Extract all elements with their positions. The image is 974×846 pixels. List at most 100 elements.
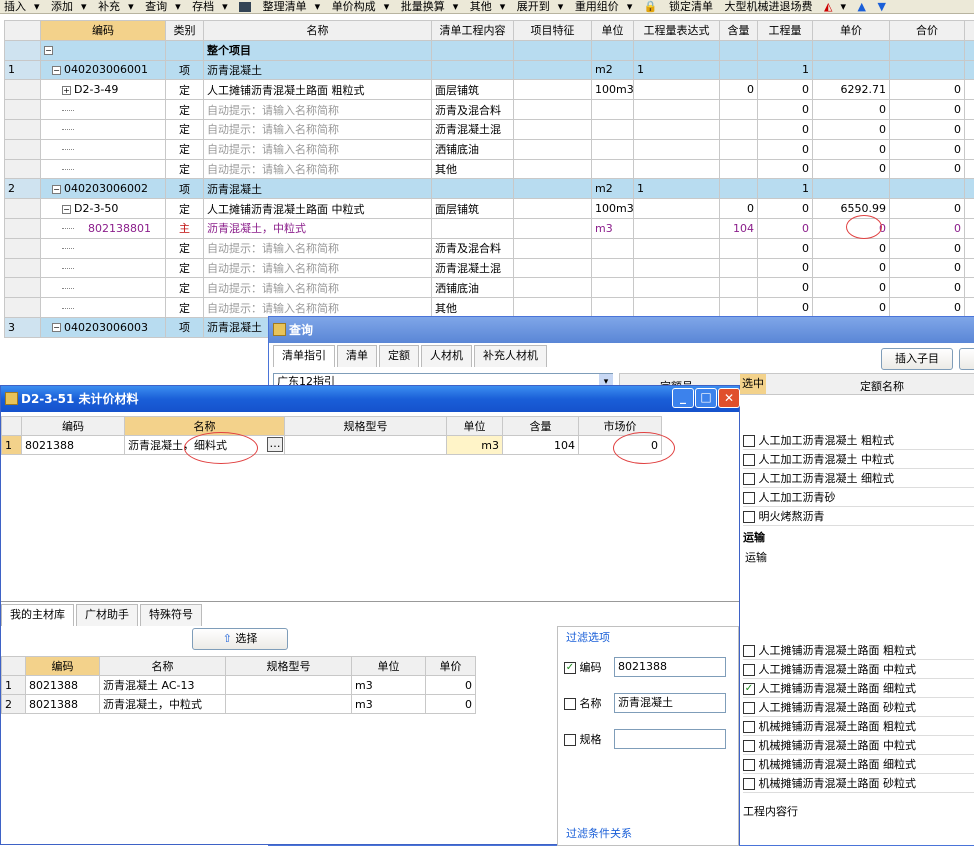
- insert-button[interactable]: 插入: [0, 1, 30, 13]
- cell-qty[interactable]: 104: [720, 218, 758, 238]
- cell-total[interactable]: [890, 179, 965, 199]
- filter-name-input[interactable]: 沥青混凝土: [614, 693, 726, 713]
- cell-amount[interactable]: 0: [758, 80, 813, 100]
- cell-feature[interactable]: [514, 298, 592, 318]
- cell-price[interactable]: 0: [813, 298, 890, 318]
- cell-type[interactable]: 主: [166, 218, 204, 238]
- cell-code[interactable]: [41, 298, 166, 318]
- cell-code[interactable]: [41, 258, 166, 278]
- supplement-button[interactable]: 补充: [94, 1, 124, 13]
- filter-code-input[interactable]: 8021388: [614, 657, 726, 677]
- filter-spec-input[interactable]: [614, 729, 726, 749]
- cell-amount[interactable]: 0: [758, 258, 813, 278]
- cell-name[interactable]: 自动提示：请输入名称简称: [204, 119, 432, 139]
- cell-type[interactable]: 定: [166, 199, 204, 219]
- organize-list-button[interactable]: 整理清单: [259, 1, 311, 13]
- quota-col-select[interactable]: 选中: [740, 374, 766, 394]
- lib-col-name[interactable]: 名称: [100, 657, 226, 676]
- mat-unit[interactable]: m3: [447, 436, 503, 455]
- lib-cell-price[interactable]: 0: [426, 676, 476, 695]
- cell-name[interactable]: 沥青混凝土: [204, 179, 432, 199]
- cell-name[interactable]: 人工摊铺沥青混凝土路面 粗粒式: [204, 80, 432, 100]
- cell-total[interactable]: 0: [890, 100, 965, 120]
- table-row[interactable]: −整个项目: [5, 40, 974, 60]
- table-row[interactable]: 定自动提示：请输入名称简称其他000: [5, 298, 974, 318]
- cell-total[interactable]: 0: [890, 298, 965, 318]
- lib-cell-price[interactable]: 0: [426, 695, 476, 714]
- cell-name[interactable]: 自动提示：请输入名称简称: [204, 258, 432, 278]
- tab-supp-materials[interactable]: 补充人材机: [474, 345, 547, 367]
- cell-content[interactable]: 面层铺筑: [432, 80, 514, 100]
- cell-type[interactable]: 定: [166, 159, 204, 179]
- cell-price[interactable]: 0: [813, 139, 890, 159]
- lib-col-spec[interactable]: 规格型号: [226, 657, 352, 676]
- col-qty-header[interactable]: 含量: [720, 21, 758, 41]
- col-content-header[interactable]: 清单工程内容: [432, 21, 514, 41]
- table-row[interactable]: 定自动提示：请输入名称简称沥青混凝土混000: [5, 119, 974, 139]
- cell-unit[interactable]: [592, 100, 634, 120]
- cell-feature[interactable]: [514, 218, 592, 238]
- batch-convert-button[interactable]: 批量换算: [397, 1, 449, 13]
- lib-cell-name[interactable]: 沥青混凝土 AC-13: [100, 676, 226, 695]
- table-row[interactable]: 定自动提示：请输入名称简称沥青及混合料000: [5, 238, 974, 258]
- cell-unit[interactable]: 100m3: [592, 199, 634, 219]
- cell-type[interactable]: 定: [166, 298, 204, 318]
- cell-feature[interactable]: [514, 139, 592, 159]
- cell-qty[interactable]: [720, 258, 758, 278]
- cell-type[interactable]: 定: [166, 119, 204, 139]
- cell-expr[interactable]: [634, 80, 720, 100]
- mat-qty[interactable]: 104: [503, 436, 579, 455]
- cell-amount[interactable]: 0: [758, 100, 813, 120]
- filter-code-checkbox[interactable]: ✓ 编码: [564, 659, 602, 675]
- cell-code[interactable]: [41, 100, 166, 120]
- mat-col-spec[interactable]: 规格型号: [285, 417, 447, 436]
- lib-cell-name[interactable]: 沥青混凝土，中粒式: [100, 695, 226, 714]
- mat-col-qty[interactable]: 含量: [503, 417, 579, 436]
- cell-total[interactable]: 0: [890, 139, 965, 159]
- tab-my-library[interactable]: 我的主材库: [1, 604, 74, 626]
- lib-col-unit[interactable]: 单位: [352, 657, 426, 676]
- cell-name[interactable]: 自动提示：请输入名称简称: [204, 159, 432, 179]
- cell-code[interactable]: −040203006003: [41, 317, 166, 337]
- cell-type[interactable]: 定: [166, 258, 204, 278]
- cell-feature[interactable]: [514, 119, 592, 139]
- cell-content[interactable]: [432, 40, 514, 60]
- filter-spec-checkbox[interactable]: 规格: [564, 731, 602, 747]
- cell-content[interactable]: 其他: [432, 159, 514, 179]
- cell-type[interactable]: 定: [166, 80, 204, 100]
- cell-qty[interactable]: [720, 60, 758, 80]
- cell-code[interactable]: [41, 278, 166, 298]
- cell-content[interactable]: 沥青及混合料: [432, 238, 514, 258]
- table-row[interactable]: +D2-3-49定人工摊铺沥青混凝土路面 粗粒式面层铺筑100m3006292.…: [5, 80, 974, 100]
- cell-total[interactable]: 0: [890, 278, 965, 298]
- cell-feature[interactable]: [514, 238, 592, 258]
- cell-feature[interactable]: [514, 40, 592, 60]
- lib-cell-unit[interactable]: m3: [352, 676, 426, 695]
- machinery-fee-button[interactable]: 大型机械进退场费: [721, 1, 817, 13]
- cell-expr[interactable]: [634, 258, 720, 278]
- cell-code[interactable]: −D2-3-50: [41, 199, 166, 219]
- cell-expr[interactable]: [634, 298, 720, 318]
- cell-content[interactable]: 洒铺底油: [432, 139, 514, 159]
- cell-unit[interactable]: m2: [592, 179, 634, 199]
- lib-cell-code[interactable]: 8021388: [26, 695, 100, 714]
- query-titlebar[interactable]: 查询: [269, 317, 974, 343]
- select-checkbox[interactable]: [743, 740, 755, 752]
- table-row[interactable]: 定自动提示：请输入名称简称洒铺底油000: [5, 139, 974, 159]
- cell-price[interactable]: 0: [813, 258, 890, 278]
- cell-qty[interactable]: [720, 179, 758, 199]
- cell-total[interactable]: 0: [890, 119, 965, 139]
- select-checkbox[interactable]: [743, 511, 755, 523]
- cell-amount[interactable]: [758, 40, 813, 60]
- binoculars-icon[interactable]: ​: [235, 1, 255, 13]
- cell-name[interactable]: 沥青混凝土，中粒式: [204, 218, 432, 238]
- expand-to-button[interactable]: 展开到: [513, 1, 554, 13]
- cell-qty[interactable]: [720, 40, 758, 60]
- cell-amount[interactable]: 0: [758, 238, 813, 258]
- cell-amount[interactable]: 0: [758, 159, 813, 179]
- cell-code[interactable]: −040203006001: [41, 60, 166, 80]
- cell-type[interactable]: 项: [166, 179, 204, 199]
- cell-type[interactable]: 定: [166, 139, 204, 159]
- select-checkbox[interactable]: [743, 664, 755, 676]
- cell-total[interactable]: [890, 40, 965, 60]
